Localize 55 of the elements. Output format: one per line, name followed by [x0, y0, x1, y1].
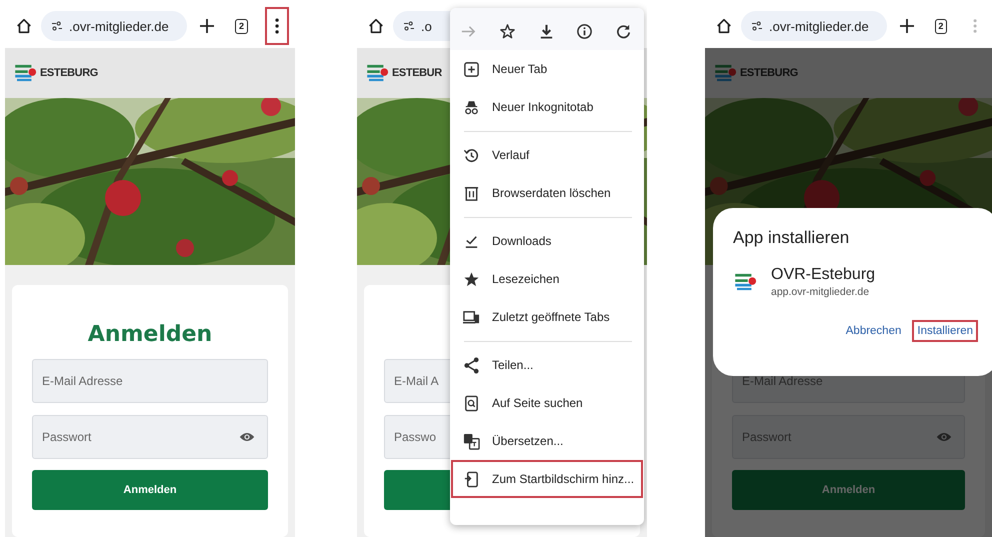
menu-item[interactable]: Teilen... — [451, 346, 643, 384]
history-icon — [463, 146, 480, 164]
logo-icon — [715, 64, 737, 82]
home-icon[interactable] — [367, 17, 385, 35]
email-field[interactable]: E-Mail Adresse — [32, 359, 268, 403]
eye-icon[interactable] — [239, 431, 255, 443]
home-icon[interactable] — [15, 17, 33, 35]
dialog-title: App installieren — [733, 228, 850, 248]
menu-item[interactable]: Neuer Tab — [451, 50, 643, 88]
home-icon[interactable] — [715, 17, 733, 35]
menu-item[interactable]: Auf Seite suchen — [451, 384, 643, 422]
reload-icon[interactable] — [615, 22, 632, 40]
menu-item[interactable]: Lesezeichen — [451, 260, 643, 298]
menu-item[interactable]: Zum Startbildschirm hinz... — [451, 460, 643, 498]
page-search-icon — [463, 394, 480, 412]
plus-icon[interactable] — [899, 18, 915, 34]
logo-icon — [15, 64, 37, 82]
incognito-icon — [463, 98, 480, 116]
info-icon[interactable] — [576, 22, 594, 40]
brand-name: ESTEBURG — [40, 67, 98, 79]
plus-icon[interactable] — [199, 18, 215, 34]
star-icon[interactable] — [498, 22, 516, 40]
tab-count-button[interactable]: 2 — [935, 18, 947, 34]
trash-icon — [463, 184, 480, 202]
site-settings-icon[interactable] — [403, 21, 415, 31]
share-icon — [463, 356, 480, 374]
site-settings-icon[interactable] — [751, 21, 763, 31]
menu-item[interactable]: Übersetzen... — [451, 422, 643, 460]
menu-item[interactable]: Verlauf — [451, 136, 643, 174]
menu-item[interactable]: Browserdaten löschen — [451, 174, 643, 212]
dialog-button[interactable]: Abbrechen — [840, 320, 906, 342]
add-to-home-icon — [463, 470, 480, 488]
logo-icon — [367, 64, 389, 82]
menu-item[interactable]: Downloads — [451, 222, 643, 260]
site-settings-icon[interactable] — [51, 21, 63, 31]
login-button[interactable]: Anmelden — [32, 470, 268, 510]
menu-item[interactable]: Zuletzt geöffnete Tabs — [451, 298, 643, 336]
app-name: OVR-Esteburg — [771, 266, 876, 284]
login-heading: Anmelden — [88, 322, 212, 347]
app-url: app.ovr-mitglieder.de — [771, 286, 870, 298]
app-icon — [735, 273, 757, 291]
plus-square-icon — [463, 60, 480, 78]
brand-name: ESTEBUR — [392, 67, 442, 79]
menu-item[interactable]: Neuer Inkognitotab — [451, 88, 643, 126]
devices-icon — [463, 308, 480, 326]
address-bar[interactable]: .ovr-mitglieder.de — [741, 11, 887, 41]
eye-icon[interactable] — [936, 431, 952, 443]
address-bar[interactable]: .ovr-mitglieder.de — [41, 11, 187, 41]
tab-count-button[interactable]: 2 — [235, 18, 248, 34]
translate-icon — [463, 432, 480, 450]
menu-icon[interactable] — [264, 7, 289, 45]
password-field[interactable]: Passwort — [32, 415, 268, 459]
star-icon — [463, 270, 480, 288]
brand-name: ESTEBURG — [740, 67, 798, 79]
dialog-button[interactable]: Installieren — [912, 320, 978, 342]
